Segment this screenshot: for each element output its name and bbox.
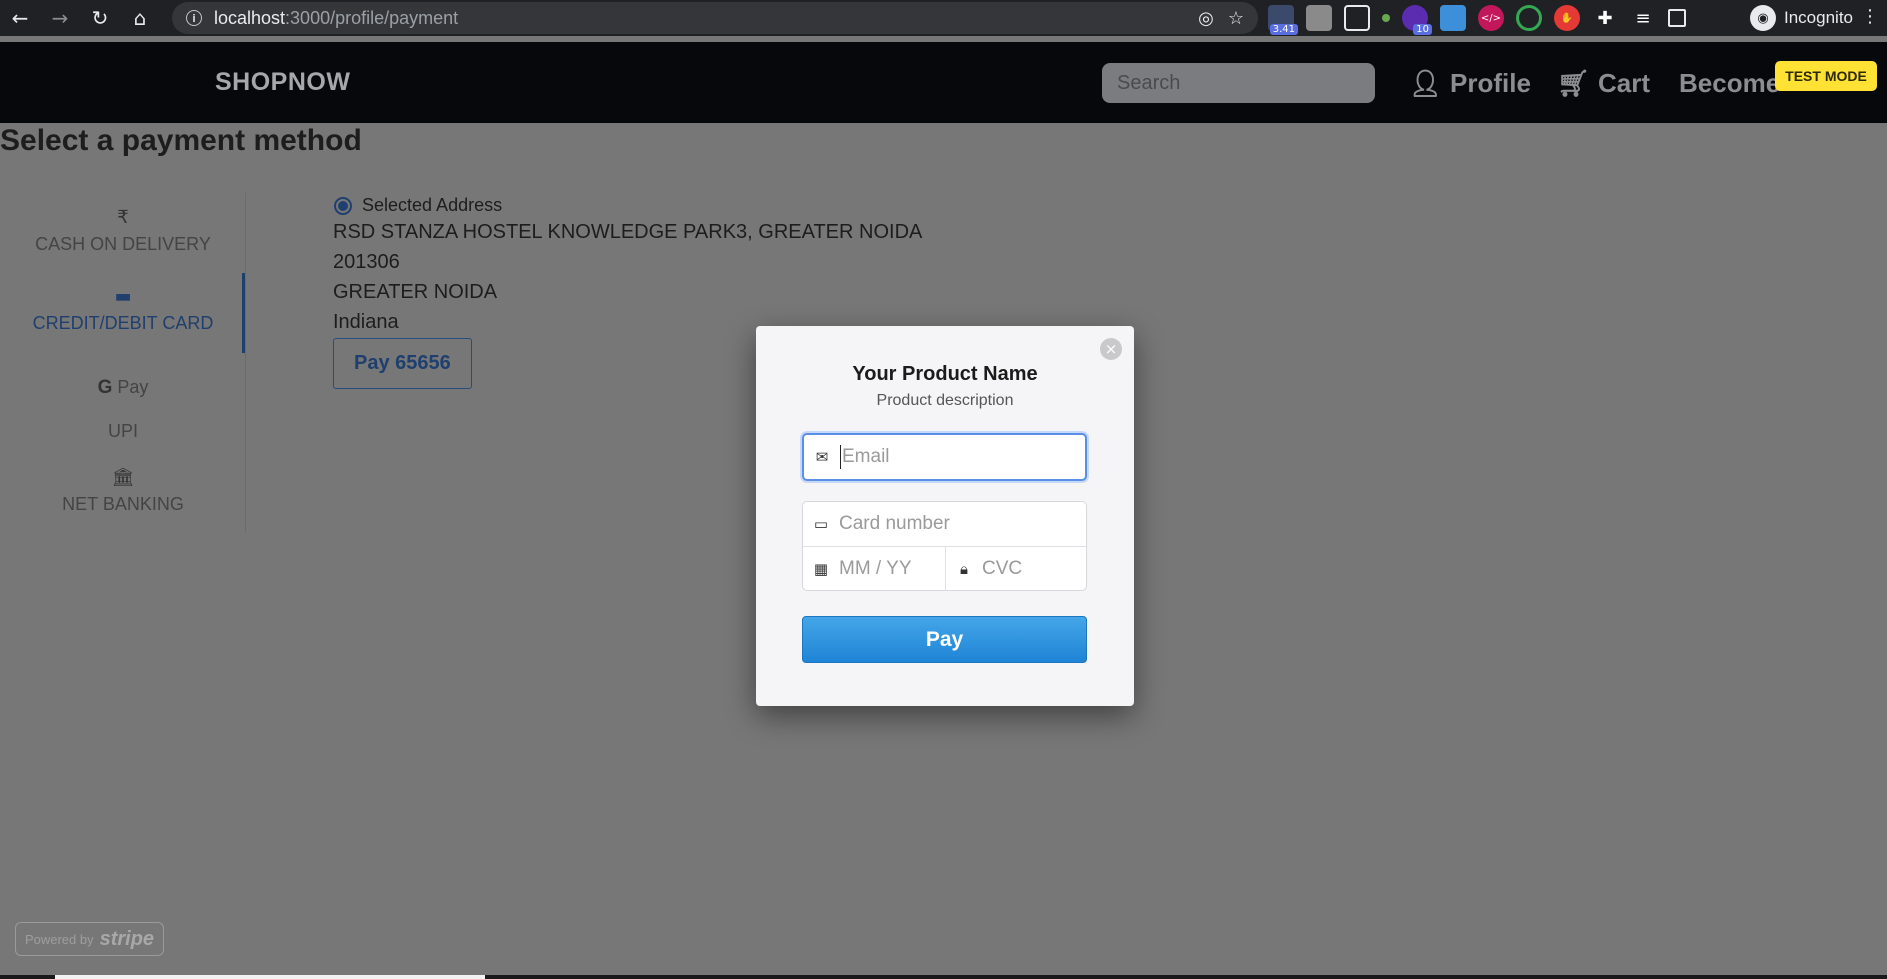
page-title: Select a payment method (0, 124, 362, 157)
bookmark-star-icon[interactable]: ☆ (1228, 8, 1244, 29)
home-icon[interactable]: ⌂ (120, 0, 160, 36)
product-description: Product description (876, 392, 1014, 409)
address-line: 201306 (333, 251, 400, 273)
email-placeholder: Email (842, 446, 890, 467)
bank-icon: 🏛︎ (111, 467, 135, 488)
become-label: Become (1679, 68, 1781, 98)
puzzle-icon[interactable]: ✚ (1592, 5, 1618, 31)
eye-off-icon[interactable]: ◎ (1198, 8, 1214, 29)
extension-icon[interactable] (1440, 5, 1466, 31)
brand-logo[interactable]: SHOPNOW (215, 68, 350, 97)
method-cash-on-delivery[interactable]: ₹ CASH ON DELIVERY (0, 207, 246, 255)
search-input[interactable]: Search (1102, 63, 1375, 103)
radio-icon (334, 196, 352, 215)
cvc-field[interactable]: 🔒︎ CVC (946, 547, 1086, 591)
gpay-icon: G (97, 377, 113, 398)
method-upi[interactable]: UPI (0, 421, 246, 442)
cart-icon: 🛒︎ (1557, 68, 1591, 99)
address-line: GREATER NOIDA (333, 281, 498, 303)
method-credit-debit-card[interactable]: ▬ CREDIT/DEBIT CARD (0, 286, 246, 334)
picture-in-picture-icon[interactable] (1344, 5, 1370, 31)
cart-label: Cart (1598, 68, 1651, 98)
bottom-edge (0, 975, 1887, 979)
site-info-icon[interactable]: i (186, 10, 202, 26)
address-bar[interactable]: i localhost :3000/profile/payment ◎ ☆ (172, 2, 1258, 34)
email-field[interactable]: ✉ Email (802, 433, 1087, 481)
extension-badge: 10 (1413, 24, 1432, 35)
extension-badge: 3.41 (1269, 24, 1298, 35)
method-label: Pay (117, 377, 149, 397)
card-number-field[interactable]: ▭ Card number (803, 502, 1086, 547)
method-google-pay[interactable]: G Pay (0, 377, 246, 399)
reload-icon[interactable]: ↻ (80, 0, 120, 36)
rupee-icon: ₹ (117, 207, 129, 228)
selected-address-radio[interactable]: Selected Address (334, 195, 502, 216)
card-icon: ▬ (114, 286, 132, 307)
browser-toolbar: ← → ↻ ⌂ i localhost :3000/profile/paymen… (0, 0, 1887, 36)
pay-button[interactable]: Pay (802, 616, 1087, 663)
text-caret (840, 445, 841, 469)
side-panel-icon[interactable] (1668, 9, 1686, 27)
become-link[interactable]: Become (1679, 68, 1780, 99)
url-host: localhost (214, 7, 286, 28)
extension-dot-icon[interactable] (1382, 14, 1390, 22)
expiry-field[interactable]: ▦ MM / YY (803, 547, 946, 591)
url-path: :3000/profile/payment (285, 7, 459, 28)
lock-icon: 🔒︎ (960, 560, 968, 578)
method-label: NET BANKING (62, 494, 184, 514)
test-mode-badge: TEST MODE (1775, 61, 1877, 91)
profile-link[interactable]: 👤︎ Profile (1409, 68, 1531, 99)
stripe-logo: stripe (99, 927, 155, 950)
mail-icon: ✉ (815, 448, 829, 466)
extension-icon[interactable] (1516, 5, 1542, 31)
profile-label: Profile (1450, 68, 1531, 98)
payment-method-sidebar: ₹ CASH ON DELIVERY ▬ CREDIT/DEBIT CARD G… (0, 193, 246, 533)
incognito-icon: ◉ (1750, 5, 1776, 31)
extension-icon[interactable] (1306, 5, 1332, 31)
expiry-placeholder: MM / YY (839, 558, 912, 579)
more-menu-icon[interactable]: ⋮ (1861, 6, 1879, 27)
credit-card-icon: ▭ (813, 515, 829, 533)
active-method-indicator (242, 273, 245, 353)
incognito-label: Incognito (1784, 8, 1853, 27)
extension-icon[interactable]: ✋ (1554, 5, 1580, 31)
reading-list-icon[interactable]: ≡ (1630, 5, 1656, 31)
checkout-modal: × Your Product Name Product description … (756, 326, 1134, 706)
address-line: RSD STANZA HOSTEL KNOWLEDGE PARK3, GREAT… (333, 221, 923, 243)
product-name: Your Product Name (852, 363, 1038, 385)
card-details-group: ▭ Card number ▦ MM / YY 🔒︎ CVC (802, 501, 1087, 591)
card-number-placeholder: Card number (839, 513, 950, 534)
calendar-icon: ▦ (813, 560, 829, 578)
address-line: Indiana (333, 311, 399, 333)
site-navbar: SHOPNOW Search 👤︎ Profile 🛒︎ Cart Become (0, 42, 1887, 123)
powered-by-stripe[interactable]: Powered by stripe (15, 922, 164, 956)
back-icon[interactable]: ← (0, 0, 40, 36)
cart-link[interactable]: 🛒︎ Cart (1557, 68, 1650, 99)
user-icon: 👤︎ (1409, 68, 1443, 99)
incognito-indicator[interactable]: ◉ Incognito (1750, 4, 1853, 32)
powered-by-text: Powered by (24, 931, 94, 947)
extension-icon[interactable]: 10 (1402, 5, 1432, 35)
method-label: UPI (107, 421, 138, 441)
extension-icon[interactable]: 3.41 (1268, 5, 1298, 35)
method-net-banking[interactable]: 🏛︎ NET BANKING (0, 467, 246, 515)
method-label: CASH ON DELIVERY (35, 234, 211, 254)
method-label: CREDIT/DEBIT CARD (32, 313, 214, 333)
forward-icon[interactable]: → (40, 0, 80, 36)
radio-label: Selected Address (362, 195, 503, 215)
close-icon[interactable]: × (1100, 338, 1122, 360)
pay-amount-button[interactable]: Pay 65656 (333, 338, 472, 389)
cvc-placeholder: CVC (982, 558, 1023, 579)
extension-icon[interactable]: </> (1478, 5, 1504, 31)
